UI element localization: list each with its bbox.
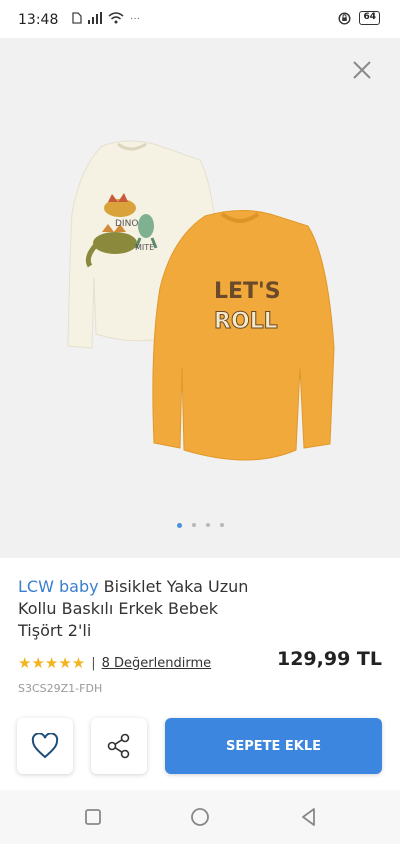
sim-icon bbox=[72, 12, 82, 24]
product-image[interactable]: DINO MITE LET'S ROLL bbox=[0, 98, 400, 498]
wifi-icon bbox=[108, 12, 124, 24]
lets-roll-print-icon: LET'S ROLL bbox=[208, 270, 294, 336]
rating-separator: | bbox=[91, 655, 96, 671]
gallery-dot-1[interactable] bbox=[176, 523, 182, 528]
status-right-icons: 64 bbox=[338, 11, 380, 25]
share-icon bbox=[107, 733, 130, 759]
svg-text:LET'S: LET'S bbox=[214, 279, 281, 304]
action-bar: SEPETE EKLE bbox=[0, 718, 400, 778]
battery-icon: 64 bbox=[359, 11, 380, 25]
system-nav-bar bbox=[0, 790, 400, 844]
more-icon: ··· bbox=[130, 12, 140, 24]
status-bar: 13:48 ··· 64 bbox=[0, 0, 400, 38]
back-icon[interactable] bbox=[298, 806, 320, 828]
svg-text:DINO: DINO bbox=[115, 219, 138, 229]
share-button[interactable] bbox=[91, 718, 147, 774]
heart-icon bbox=[31, 733, 59, 759]
recent-apps-icon[interactable] bbox=[82, 806, 104, 828]
reviews-link[interactable]: 8 Değerlendirme bbox=[102, 656, 212, 671]
product-sku: S3CS29Z1-FDH bbox=[18, 682, 103, 695]
product-info: LCW baby Bisiklet Yaka Uzun Kollu Baskıl… bbox=[0, 558, 400, 808]
gallery-dot-4[interactable] bbox=[219, 523, 224, 527]
gallery-dot-3[interactable] bbox=[205, 523, 210, 527]
status-time: 13:48 bbox=[18, 12, 59, 28]
product-title: LCW baby Bisiklet Yaka Uzun Kollu Baskıl… bbox=[18, 576, 258, 642]
rating-row: ★★★★★ | 8 Değerlendirme bbox=[18, 654, 211, 672]
signal-icon bbox=[88, 12, 102, 24]
add-to-cart-button[interactable]: SEPETE EKLE bbox=[165, 718, 382, 774]
rating-stars: ★★★★★ bbox=[18, 654, 86, 672]
svg-text:ROLL: ROLL bbox=[214, 309, 278, 334]
svg-text:MITE: MITE bbox=[135, 243, 154, 252]
product-gallery[interactable]: DINO MITE LET'S ROLL bbox=[0, 38, 400, 558]
brand-link[interactable]: LCW baby bbox=[18, 577, 99, 596]
status-left-icons: ··· bbox=[72, 12, 140, 24]
yellow-tshirt-image: LET'S ROLL bbox=[152, 209, 335, 461]
gallery-dot-2[interactable] bbox=[191, 523, 196, 527]
close-icon[interactable] bbox=[350, 58, 374, 82]
product-price: 129,99 TL bbox=[276, 648, 382, 670]
gallery-dots bbox=[0, 523, 400, 528]
home-icon[interactable] bbox=[189, 806, 211, 828]
favorite-button[interactable] bbox=[17, 718, 73, 774]
alarm-icon bbox=[338, 11, 351, 25]
